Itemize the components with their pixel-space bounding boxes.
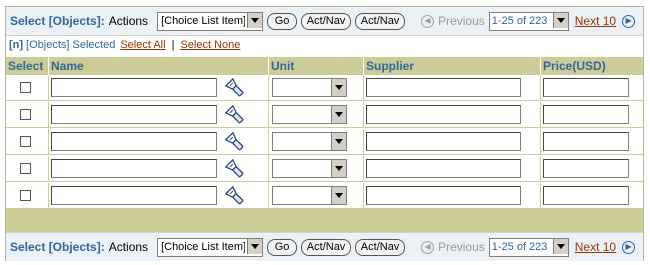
record-range-select[interactable]: 1-25 of 223 bbox=[488, 237, 569, 257]
price-input[interactable] bbox=[543, 159, 629, 178]
supplier-input[interactable] bbox=[366, 159, 521, 178]
row-select-checkbox[interactable] bbox=[20, 136, 31, 147]
dropdown-arrow-icon[interactable] bbox=[331, 79, 346, 96]
column-header-unit: Unit bbox=[269, 57, 364, 75]
next-arrow-icon[interactable]: ▶ bbox=[622, 240, 636, 254]
row-select-checkbox[interactable] bbox=[20, 109, 31, 120]
actions-choice-value: [Choice List Item] bbox=[161, 15, 246, 27]
select-none-link[interactable]: Select None bbox=[180, 39, 240, 51]
next-link[interactable]: Next 10 bbox=[575, 14, 616, 28]
name-input[interactable] bbox=[51, 186, 217, 205]
column-header-name: Name bbox=[49, 57, 269, 75]
previous-link: Previous bbox=[438, 240, 485, 254]
dropdown-arrow-icon[interactable] bbox=[552, 12, 568, 28]
actions-choice-select[interactable]: [Choice List Item] bbox=[157, 11, 264, 31]
row-select-checkbox[interactable] bbox=[20, 190, 31, 201]
actions-choice-select[interactable]: [Choice List Item] bbox=[157, 237, 264, 257]
record-range-value: 1-25 of 223 bbox=[491, 241, 548, 253]
previous-arrow-icon: ◀ bbox=[421, 14, 435, 28]
table-row bbox=[6, 156, 643, 182]
dropdown-arrow-icon[interactable] bbox=[552, 238, 568, 254]
price-input[interactable] bbox=[543, 105, 629, 124]
act-nav-button-1[interactable]: Act/Nav bbox=[301, 12, 352, 30]
actions-label: Actions bbox=[108, 14, 149, 28]
name-input[interactable] bbox=[51, 159, 217, 178]
table-row bbox=[6, 102, 643, 128]
previous-arrow-icon: ◀ bbox=[421, 240, 435, 254]
table-footer-band bbox=[6, 209, 643, 232]
unit-select[interactable] bbox=[272, 186, 347, 205]
objects-selected-label: [Objects] Selected bbox=[26, 39, 116, 51]
row-select-checkbox[interactable] bbox=[20, 82, 31, 93]
act-nav-button-2[interactable]: Act/Nav bbox=[355, 238, 406, 256]
select-all-link[interactable]: Select All bbox=[120, 39, 165, 51]
supplier-input[interactable] bbox=[366, 105, 521, 124]
price-input[interactable] bbox=[543, 132, 629, 151]
table-row bbox=[6, 129, 643, 155]
selection-summary: [n] [Objects] Selected Select All | Sele… bbox=[6, 36, 643, 54]
select-objects-label: Select [Objects]: bbox=[10, 240, 105, 254]
record-range-select[interactable]: 1-25 of 223 bbox=[488, 11, 569, 31]
dropdown-arrow-icon[interactable] bbox=[331, 133, 346, 150]
record-range-value: 1-25 of 223 bbox=[491, 15, 548, 27]
name-input[interactable] bbox=[51, 105, 217, 124]
dropdown-arrow-icon[interactable] bbox=[331, 187, 346, 204]
table-region: Select [Objects]: Actions [Choice List I… bbox=[5, 6, 644, 261]
actions-choice-value: [Choice List Item] bbox=[161, 241, 246, 253]
previous-link: Previous bbox=[438, 14, 485, 28]
supplier-input[interactable] bbox=[366, 132, 521, 151]
column-header-price: Price(USD) bbox=[543, 59, 606, 73]
go-button[interactable]: Go bbox=[267, 238, 298, 256]
top-control-bar: Select [Objects]: Actions [Choice List I… bbox=[6, 7, 643, 36]
select-objects-label: Select [Objects]: bbox=[10, 14, 105, 28]
supplier-input[interactable] bbox=[366, 186, 521, 205]
column-header-select: Select bbox=[6, 57, 49, 75]
separator: | bbox=[171, 39, 175, 51]
price-input[interactable] bbox=[543, 186, 629, 205]
actions-label: Actions bbox=[108, 240, 149, 254]
flashlight-icon[interactable] bbox=[225, 77, 245, 98]
flashlight-icon[interactable] bbox=[225, 131, 245, 152]
flashlight-icon[interactable] bbox=[225, 104, 245, 125]
supplier-input[interactable] bbox=[366, 78, 521, 97]
dropdown-arrow-icon[interactable] bbox=[247, 12, 263, 28]
unit-select[interactable] bbox=[272, 105, 347, 124]
table-row bbox=[6, 75, 643, 101]
dropdown-arrow-icon[interactable] bbox=[331, 106, 346, 123]
next-arrow-icon[interactable]: ▶ bbox=[622, 14, 636, 28]
act-nav-button-2[interactable]: Act/Nav bbox=[355, 12, 406, 30]
table-row bbox=[6, 183, 643, 209]
dropdown-arrow-icon[interactable] bbox=[247, 238, 263, 254]
unit-select[interactable] bbox=[272, 78, 347, 97]
unit-select[interactable] bbox=[272, 132, 347, 151]
bottom-control-bar: Select [Objects]: Actions [Choice List I… bbox=[6, 232, 643, 261]
price-input[interactable] bbox=[543, 78, 629, 97]
row-select-checkbox[interactable] bbox=[20, 163, 31, 174]
column-header-supplier: Supplier bbox=[364, 57, 541, 75]
next-link[interactable]: Next 10 bbox=[575, 240, 616, 254]
name-input[interactable] bbox=[51, 78, 217, 97]
dropdown-arrow-icon[interactable] bbox=[331, 160, 346, 177]
name-input[interactable] bbox=[51, 132, 217, 151]
go-button[interactable]: Go bbox=[267, 12, 298, 30]
flashlight-icon[interactable] bbox=[225, 185, 245, 206]
table-header: Select Name Unit Supplier Price(USD) bbox=[6, 57, 643, 75]
selected-count: [n] bbox=[9, 39, 24, 51]
flashlight-icon[interactable] bbox=[225, 158, 245, 179]
unit-select[interactable] bbox=[272, 159, 347, 178]
act-nav-button-1[interactable]: Act/Nav bbox=[301, 238, 352, 256]
